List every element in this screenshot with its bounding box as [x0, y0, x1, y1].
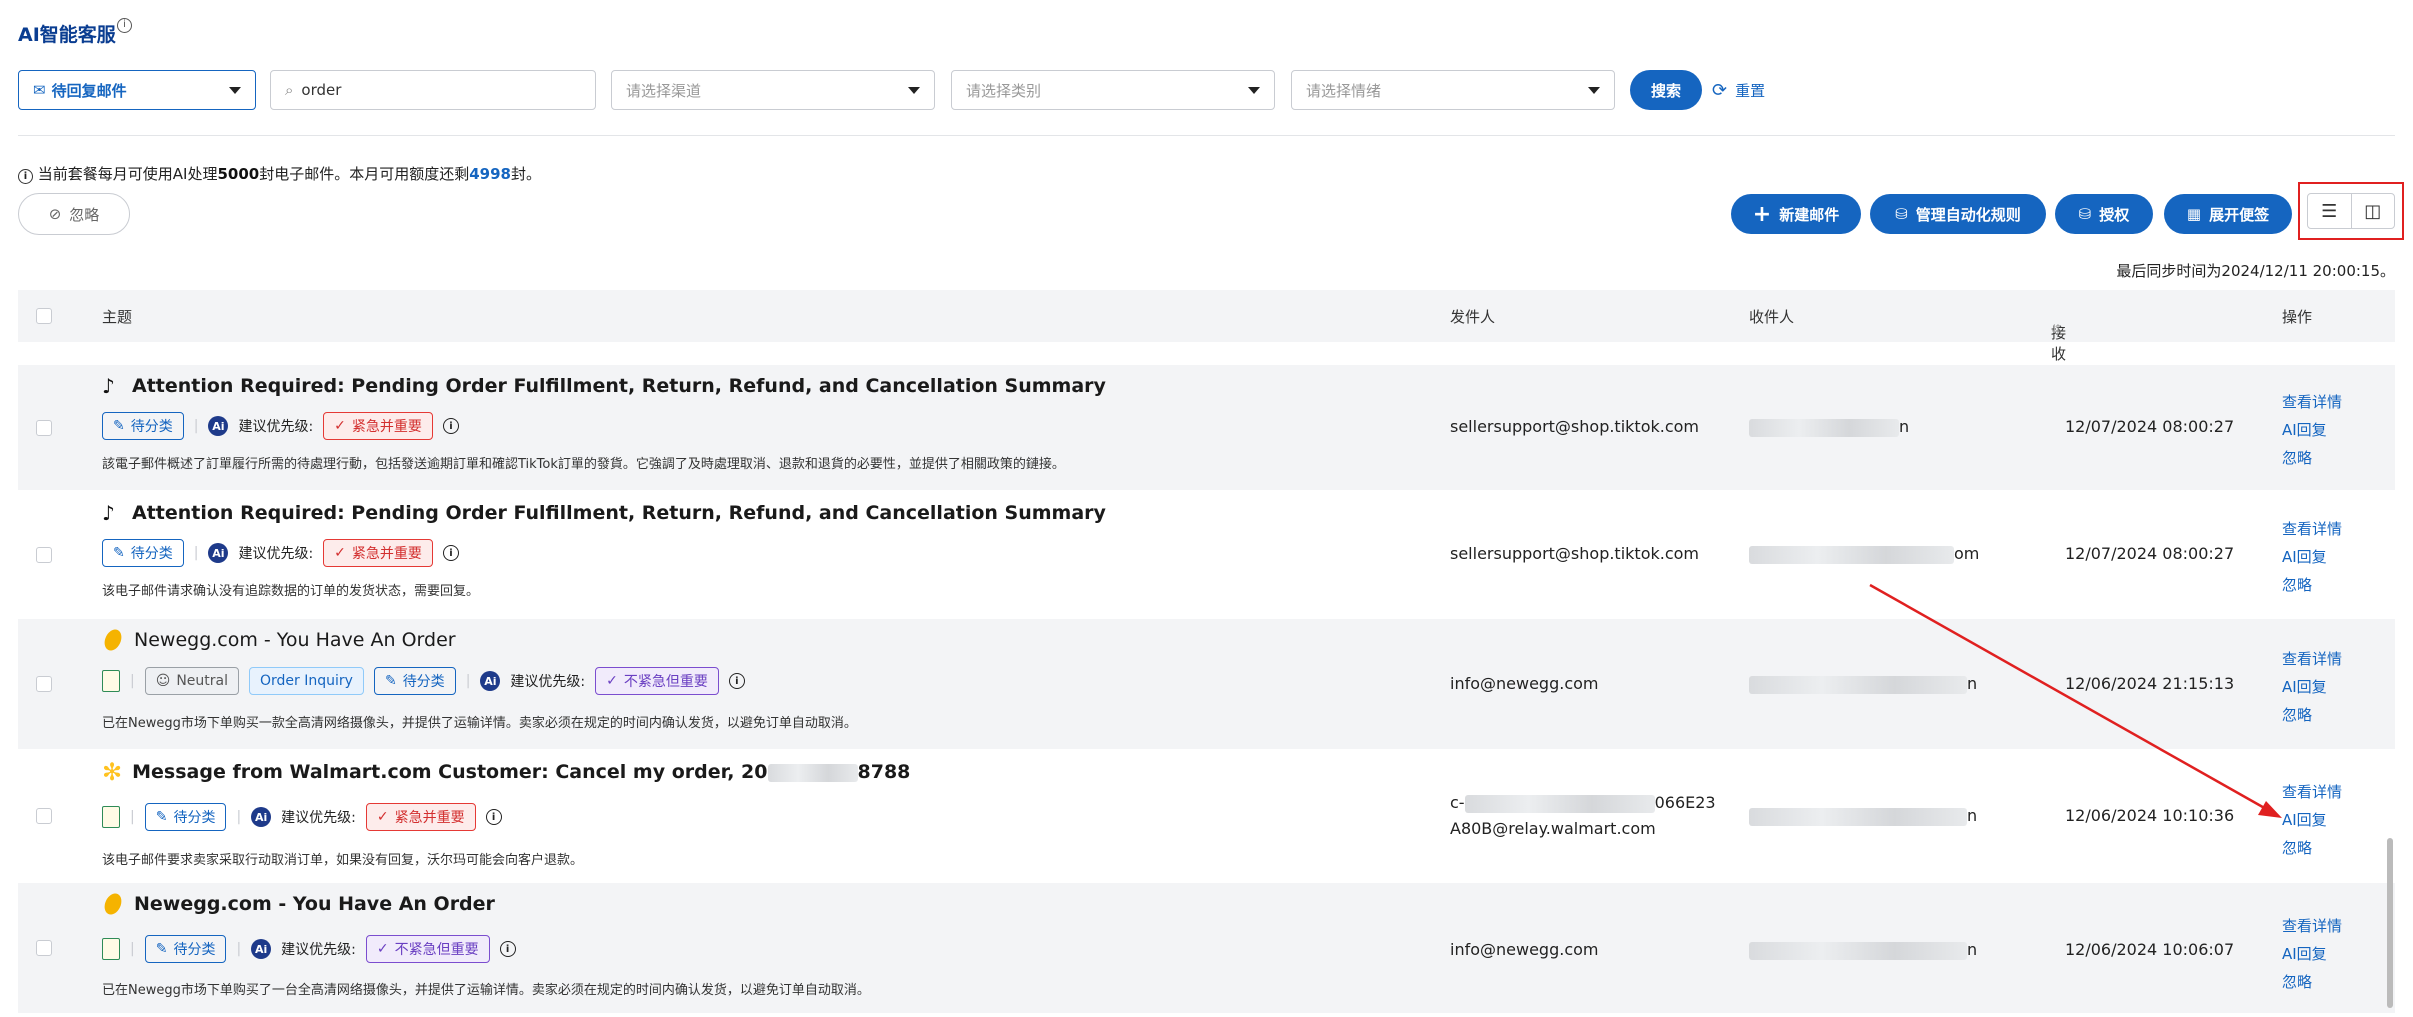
annotation-arrow	[1869, 583, 2282, 818]
scrollbar[interactable]	[2387, 838, 2393, 1008]
